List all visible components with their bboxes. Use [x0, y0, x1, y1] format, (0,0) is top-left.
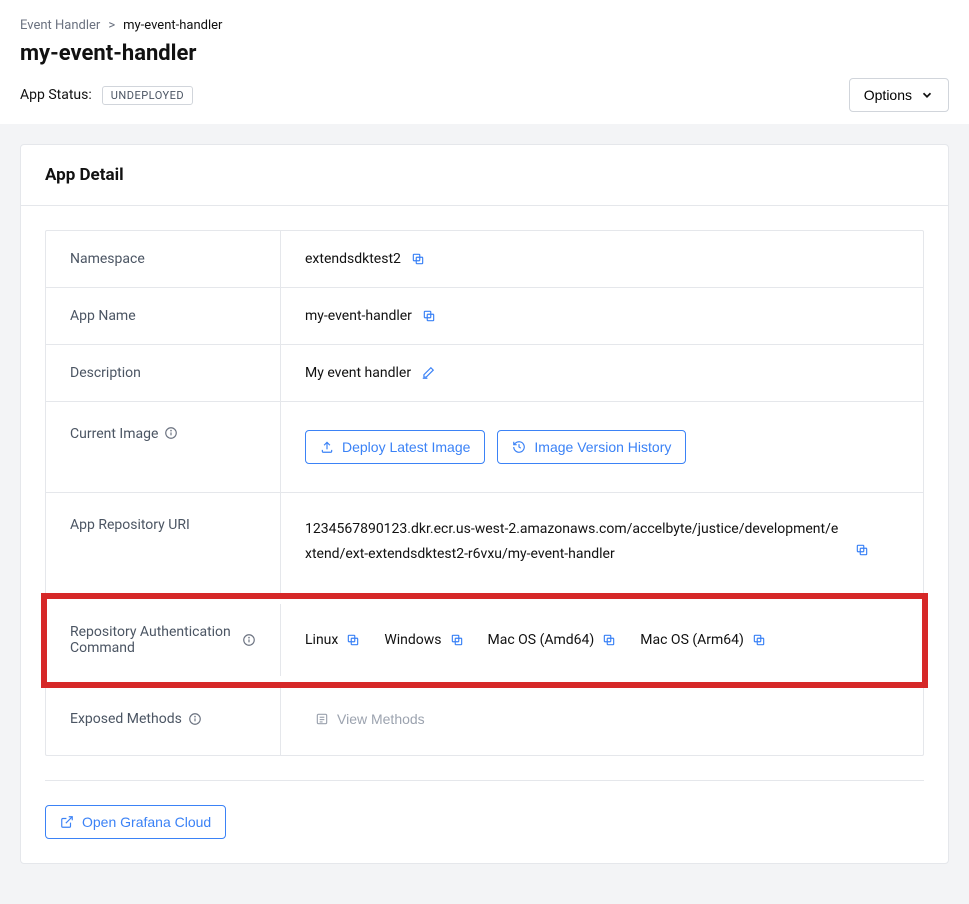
- open-grafana-cloud-button[interactable]: Open Grafana Cloud: [45, 805, 226, 839]
- copy-icon[interactable]: [411, 252, 425, 266]
- status-badge: UNDEPLOYED: [102, 86, 193, 105]
- breadcrumb-separator: >: [108, 18, 115, 33]
- value-app-name: my-event-handler: [305, 308, 412, 324]
- label-app-name: App Name: [46, 288, 281, 344]
- external-link-icon: [60, 815, 74, 829]
- auth-item-label: Linux: [305, 632, 338, 648]
- info-icon[interactable]: [242, 633, 256, 647]
- grafana-button-label: Open Grafana Cloud: [82, 814, 211, 830]
- copy-icon[interactable]: [855, 543, 869, 557]
- options-button[interactable]: Options: [849, 78, 949, 112]
- copy-icon[interactable]: [422, 309, 436, 323]
- copy-icon[interactable]: [346, 633, 360, 647]
- history-icon: [512, 440, 526, 454]
- image-version-history-button[interactable]: Image Version History: [497, 430, 686, 464]
- row-current-image: Current Image Deploy Latest Image: [46, 402, 923, 493]
- value-description: My event handler: [305, 365, 411, 381]
- label-description: Description: [46, 345, 281, 401]
- view-methods-label: View Methods: [337, 711, 425, 727]
- page-title: my-event-handler: [20, 41, 949, 66]
- auth-item-label: Mac OS (Arm64): [640, 632, 744, 648]
- value-namespace: extendsdktest2: [305, 251, 401, 267]
- deploy-latest-image-button[interactable]: Deploy Latest Image: [305, 430, 485, 464]
- card-title: App Detail: [21, 145, 948, 206]
- copy-icon[interactable]: [752, 633, 766, 647]
- info-icon[interactable]: [164, 426, 178, 440]
- breadcrumb-root[interactable]: Event Handler: [20, 18, 100, 33]
- copy-icon[interactable]: [602, 633, 616, 647]
- row-exposed-methods: Exposed Methods View Methods: [46, 683, 923, 755]
- auth-item-macos-amd64: Mac OS (Amd64): [488, 632, 617, 648]
- list-icon: [315, 712, 329, 726]
- row-repo-uri: App Repository URI 1234567890123.dkr.ecr…: [46, 493, 923, 598]
- row-description: Description My event handler: [46, 345, 923, 402]
- auth-item-windows: Windows: [384, 632, 463, 648]
- copy-icon[interactable]: [450, 633, 464, 647]
- auth-item-label: Mac OS (Amd64): [488, 632, 595, 648]
- label-current-image: Current Image: [70, 426, 158, 442]
- view-methods-button[interactable]: View Methods: [305, 703, 439, 735]
- info-icon[interactable]: [188, 712, 202, 726]
- app-detail-card: App Detail Namespace extendsdktest2 App …: [20, 144, 949, 864]
- label-repo-uri: App Repository URI: [46, 493, 281, 597]
- upload-icon: [320, 440, 334, 454]
- row-namespace: Namespace extendsdktest2: [46, 231, 923, 288]
- row-app-name: App Name my-event-handler: [46, 288, 923, 345]
- row-auth-command: Repository Authentication Command Linux: [46, 598, 923, 683]
- edit-icon[interactable]: [421, 366, 435, 380]
- app-status-label: App Status:: [20, 87, 92, 103]
- label-exposed-methods: Exposed Methods: [70, 711, 182, 727]
- label-auth-command: Repository Authentication Command: [70, 624, 236, 656]
- options-button-label: Options: [864, 87, 912, 103]
- breadcrumb: Event Handler > my-event-handler: [20, 18, 949, 33]
- deploy-button-label: Deploy Latest Image: [342, 439, 470, 455]
- history-button-label: Image Version History: [534, 439, 671, 455]
- label-namespace: Namespace: [46, 231, 281, 287]
- divider: [45, 780, 924, 781]
- breadcrumb-current: my-event-handler: [123, 18, 222, 33]
- auth-item-label: Windows: [384, 632, 441, 648]
- auth-item-linux: Linux: [305, 632, 360, 648]
- auth-item-macos-arm64: Mac OS (Arm64): [640, 632, 766, 648]
- chevron-down-icon: [920, 88, 934, 102]
- value-repo-uri: 1234567890123.dkr.ecr.us-west-2.amazonaw…: [305, 517, 845, 567]
